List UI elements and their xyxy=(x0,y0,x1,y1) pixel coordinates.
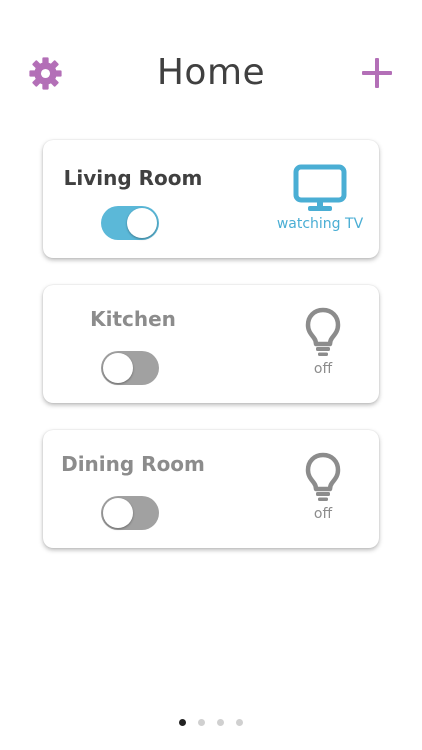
device-indicator: off xyxy=(273,452,373,522)
lightbulb-icon xyxy=(305,307,341,356)
toggle-knob xyxy=(127,208,157,238)
device-status: off xyxy=(313,506,333,522)
header: Home xyxy=(0,48,422,100)
home-screen: Home Living Room watching TV Kitchen off… xyxy=(0,0,422,750)
page-dot[interactable] xyxy=(198,719,205,726)
room-toggle[interactable] xyxy=(101,206,159,240)
page-dot[interactable] xyxy=(179,719,186,726)
toggle-knob xyxy=(103,498,133,528)
page-indicator xyxy=(0,719,422,726)
room-toggle[interactable] xyxy=(101,496,159,530)
room-card-kitchen[interactable]: Kitchen off xyxy=(43,285,379,403)
device-status: watching TV xyxy=(276,216,364,232)
tv-icon xyxy=(293,164,347,211)
room-toggle[interactable] xyxy=(101,351,159,385)
room-card-living-room[interactable]: Living Room watching TV xyxy=(43,140,379,258)
lightbulb-icon xyxy=(305,452,341,501)
device-indicator: watching TV xyxy=(265,164,375,232)
room-name: Living Room xyxy=(63,166,203,190)
room-card-dining-room[interactable]: Dining Room off xyxy=(43,430,379,548)
page-dot[interactable] xyxy=(236,719,243,726)
page-title: Home xyxy=(156,52,266,93)
page-dot[interactable] xyxy=(217,719,224,726)
toggle-knob xyxy=(103,353,133,383)
room-name: Dining Room xyxy=(61,452,205,476)
device-indicator: off xyxy=(273,307,373,377)
room-name: Kitchen xyxy=(90,307,176,331)
device-status: off xyxy=(313,361,333,377)
plus-icon[interactable] xyxy=(362,58,392,88)
